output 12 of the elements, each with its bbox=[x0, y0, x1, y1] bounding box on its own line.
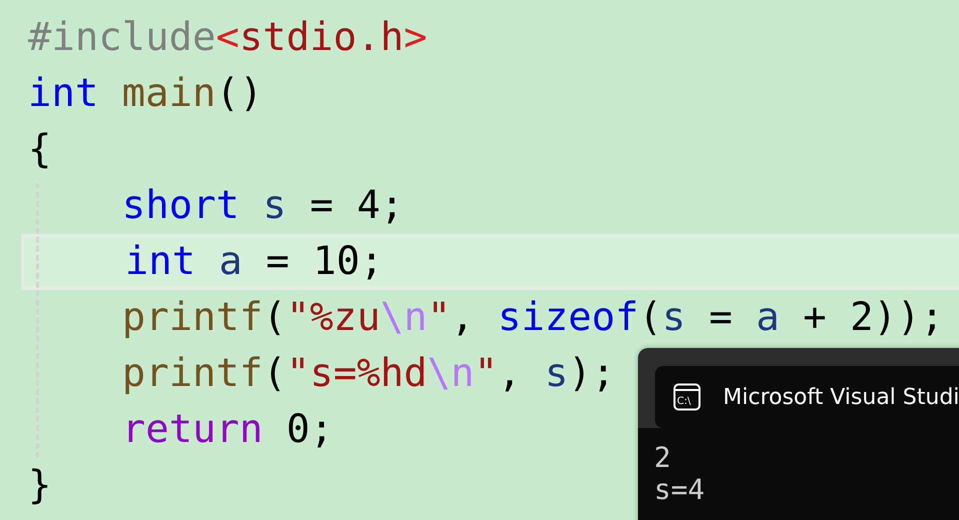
console-tab[interactable]: C:\ Microsoft Visual Studi bbox=[655, 366, 959, 428]
code-line: { bbox=[27, 126, 52, 174]
code-line: printf("s=%hd\n", s); bbox=[121, 350, 616, 398]
terminal-icon: C:\ bbox=[673, 383, 701, 411]
code-line: printf("%zu\n", sizeof(s = a + 2)); bbox=[121, 294, 944, 342]
code-line: short s = 4; bbox=[121, 182, 404, 230]
code-line: return 0; bbox=[121, 406, 334, 454]
code-line: } bbox=[27, 462, 52, 510]
console-output-line: 2 bbox=[654, 442, 671, 474]
code-line: int main() bbox=[27, 70, 263, 118]
console-output-line: s=4 bbox=[654, 474, 705, 506]
code-line: #include<stdio.h> bbox=[27, 14, 428, 62]
